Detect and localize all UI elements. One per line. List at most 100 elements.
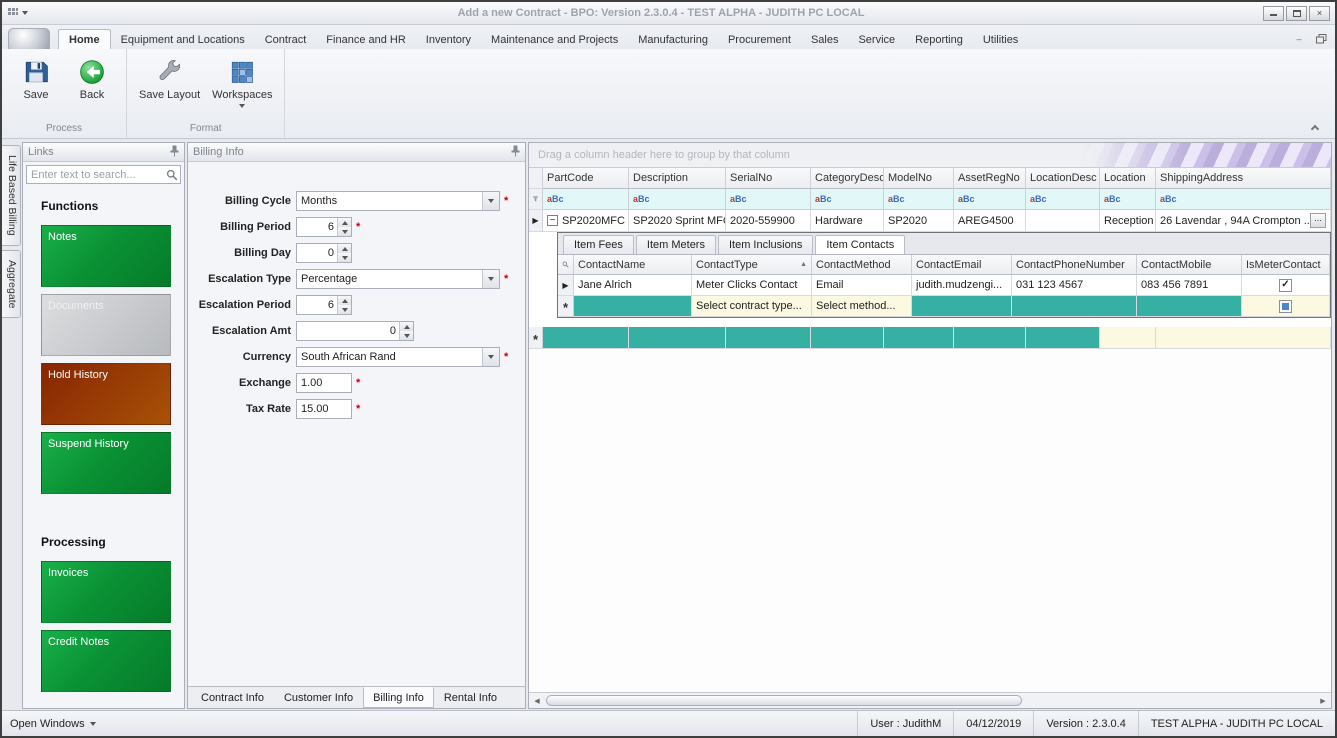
cell-contactmethod[interactable]: Email bbox=[812, 275, 912, 296]
ellipsis-button[interactable]: ... bbox=[1310, 213, 1326, 228]
close-button[interactable]: × bbox=[1309, 6, 1330, 21]
column-header-assetregno[interactable]: AssetRegNo bbox=[954, 168, 1026, 189]
ribbon-tab-finance-and-hr[interactable]: Finance and HR bbox=[316, 30, 416, 49]
exchange-field[interactable]: 1.00 bbox=[296, 373, 352, 393]
spin-down-button[interactable] bbox=[338, 305, 351, 314]
detail-header-indicator[interactable] bbox=[558, 255, 574, 275]
suspend-history-button[interactable]: Suspend History bbox=[41, 432, 171, 494]
scroll-right-button[interactable]: ▶ bbox=[1315, 697, 1331, 705]
maximize-button[interactable] bbox=[1286, 6, 1307, 21]
ribbon-tab-manufacturing[interactable]: Manufacturing bbox=[628, 30, 718, 49]
ribbon-tab-maintenance-and-projects[interactable]: Maintenance and Projects bbox=[481, 30, 628, 49]
filter-cell-modelno[interactable]: aBc bbox=[884, 189, 954, 210]
scrollbar-track[interactable] bbox=[545, 693, 1315, 708]
new-cell-categorydesc[interactable] bbox=[811, 327, 884, 349]
ribbon-tab-service[interactable]: Service bbox=[848, 30, 905, 49]
cell-description[interactable]: SP2020 Sprint MFC bbox=[629, 210, 726, 232]
cell-partcode[interactable]: − SP2020MFC bbox=[543, 210, 629, 232]
ribbon-collapse-button[interactable] bbox=[1307, 121, 1323, 133]
application-button[interactable] bbox=[8, 28, 50, 49]
cell-assetregno[interactable]: AREG4500 bbox=[954, 210, 1026, 232]
cell-location[interactable]: Reception bbox=[1100, 210, 1156, 232]
column-header-ismetercontact[interactable]: IsMeterContact bbox=[1242, 255, 1330, 275]
scrollbar-thumb[interactable] bbox=[546, 695, 1022, 706]
billing-period-stepper[interactable]: 6 bbox=[296, 217, 352, 237]
detail-data-row[interactable]: ▶ Jane Alrich Meter Clicks Contact Email… bbox=[558, 275, 1330, 296]
tab-item-meters[interactable]: Item Meters bbox=[636, 235, 716, 254]
new-cell-locationdesc[interactable] bbox=[1026, 327, 1100, 349]
notes-button[interactable]: Notes bbox=[41, 225, 171, 287]
row-indicator[interactable]: ▶ bbox=[529, 210, 543, 232]
column-header-contactname[interactable]: ContactName bbox=[574, 255, 692, 275]
cell-serialno[interactable]: 2020-559900 bbox=[726, 210, 811, 232]
cell-contactphonenumber[interactable]: 031 123 4567 bbox=[1012, 275, 1137, 296]
dropdown-button[interactable] bbox=[482, 270, 499, 288]
spin-down-button[interactable] bbox=[338, 227, 351, 236]
tab-item-fees[interactable]: Item Fees bbox=[563, 235, 634, 254]
invoices-button[interactable]: Invoices bbox=[41, 561, 171, 623]
column-header-shippingaddress[interactable]: ShippingAddress bbox=[1156, 168, 1331, 189]
new-cell-assetregno[interactable] bbox=[954, 327, 1026, 349]
filter-cell-locationdesc[interactable]: aBc bbox=[1026, 189, 1100, 210]
detail-new-item-row[interactable]: * Select contract type... Select method.… bbox=[558, 296, 1330, 317]
horizontal-scrollbar[interactable]: ◀ ▶ bbox=[529, 692, 1331, 708]
spin-up-button[interactable] bbox=[400, 322, 413, 331]
dropdown-button[interactable] bbox=[482, 348, 499, 366]
mdi-minimize-button[interactable]: – bbox=[1291, 32, 1307, 44]
app-menu-icon[interactable] bbox=[7, 7, 19, 20]
search-icon[interactable] bbox=[166, 169, 178, 184]
cell-categorydesc[interactable]: Hardware bbox=[811, 210, 884, 232]
hold-history-button[interactable]: Hold History bbox=[41, 363, 171, 425]
grid-data-row[interactable]: ▶ − SP2020MFC SP2020 Sprint MFC 2020-559… bbox=[529, 210, 1331, 232]
cell-ismetercontact[interactable]: ✓ bbox=[1242, 275, 1330, 296]
save-button[interactable]: Save bbox=[10, 53, 62, 103]
new-cell-shippingaddress[interactable] bbox=[1156, 327, 1331, 349]
new-cell-serialno[interactable] bbox=[726, 327, 811, 349]
currency-select[interactable]: South African Rand bbox=[296, 347, 500, 367]
ribbon-tab-utilities[interactable]: Utilities bbox=[973, 30, 1028, 49]
filter-cell-categorydesc[interactable]: aBc bbox=[811, 189, 884, 210]
ismetercontact-checkbox[interactable]: ✓ bbox=[1279, 279, 1292, 292]
ribbon-tab-procurement[interactable]: Procurement bbox=[718, 30, 801, 49]
search-input[interactable] bbox=[26, 165, 181, 184]
workspaces-button[interactable]: Workspaces bbox=[208, 53, 276, 110]
new-cell-modelno[interactable] bbox=[884, 327, 954, 349]
new-cell-ismetercontact[interactable] bbox=[1242, 296, 1330, 317]
save-layout-button[interactable]: Save Layout bbox=[135, 53, 204, 103]
column-header-contactmobile[interactable]: ContactMobile bbox=[1137, 255, 1242, 275]
scroll-left-button[interactable]: ◀ bbox=[529, 697, 545, 705]
tab-customer-info[interactable]: Customer Info bbox=[274, 687, 363, 708]
side-tab-aggregate[interactable]: Aggregate bbox=[2, 250, 21, 318]
column-header-contactphonenumber[interactable]: ContactPhoneNumber bbox=[1012, 255, 1137, 275]
pin-icon[interactable] bbox=[170, 145, 179, 160]
spin-up-button[interactable] bbox=[338, 296, 351, 305]
cell-contactmobile[interactable]: 083 456 7891 bbox=[1137, 275, 1242, 296]
back-button[interactable]: Back bbox=[66, 53, 118, 103]
new-cell-contacttype[interactable]: Select contract type... bbox=[692, 296, 812, 317]
column-header-description[interactable]: Description bbox=[629, 168, 726, 189]
cell-contactname[interactable]: Jane Alrich bbox=[574, 275, 692, 296]
filter-cell-shippingaddress[interactable]: aBc bbox=[1156, 189, 1331, 210]
filter-cell-assetregno[interactable]: aBc bbox=[954, 189, 1026, 210]
ismetercontact-checkbox[interactable] bbox=[1279, 300, 1292, 313]
new-cell-contactname[interactable] bbox=[574, 296, 692, 317]
new-cell-partcode[interactable] bbox=[543, 327, 629, 349]
billing-day-stepper[interactable]: 0 bbox=[296, 243, 352, 263]
column-header-categorydesc[interactable]: CategoryDesc bbox=[811, 168, 884, 189]
credit-notes-button[interactable]: Credit Notes bbox=[41, 630, 171, 692]
column-header-contacttype[interactable]: ContactType ▲ bbox=[692, 255, 812, 275]
billing-cycle-select[interactable]: Months bbox=[296, 191, 500, 211]
filter-cell-location[interactable]: aBc bbox=[1100, 189, 1156, 210]
ribbon-tab-home[interactable]: Home bbox=[58, 29, 111, 49]
tab-item-inclusions[interactable]: Item Inclusions bbox=[718, 235, 813, 254]
column-header-partcode[interactable]: PartCode bbox=[543, 168, 629, 189]
side-tab-life-based-billing[interactable]: Life Based Billing bbox=[2, 145, 21, 246]
cell-locationdesc[interactable] bbox=[1026, 210, 1100, 232]
column-header-contactmethod[interactable]: ContactMethod bbox=[812, 255, 912, 275]
ribbon-tab-reporting[interactable]: Reporting bbox=[905, 30, 973, 49]
new-cell-contactphonenumber[interactable] bbox=[1012, 296, 1137, 317]
new-cell-description[interactable] bbox=[629, 327, 726, 349]
open-windows-button[interactable]: Open Windows bbox=[10, 718, 96, 730]
ribbon-tab-contract[interactable]: Contract bbox=[255, 30, 317, 49]
cell-contacttype[interactable]: Meter Clicks Contact bbox=[692, 275, 812, 296]
